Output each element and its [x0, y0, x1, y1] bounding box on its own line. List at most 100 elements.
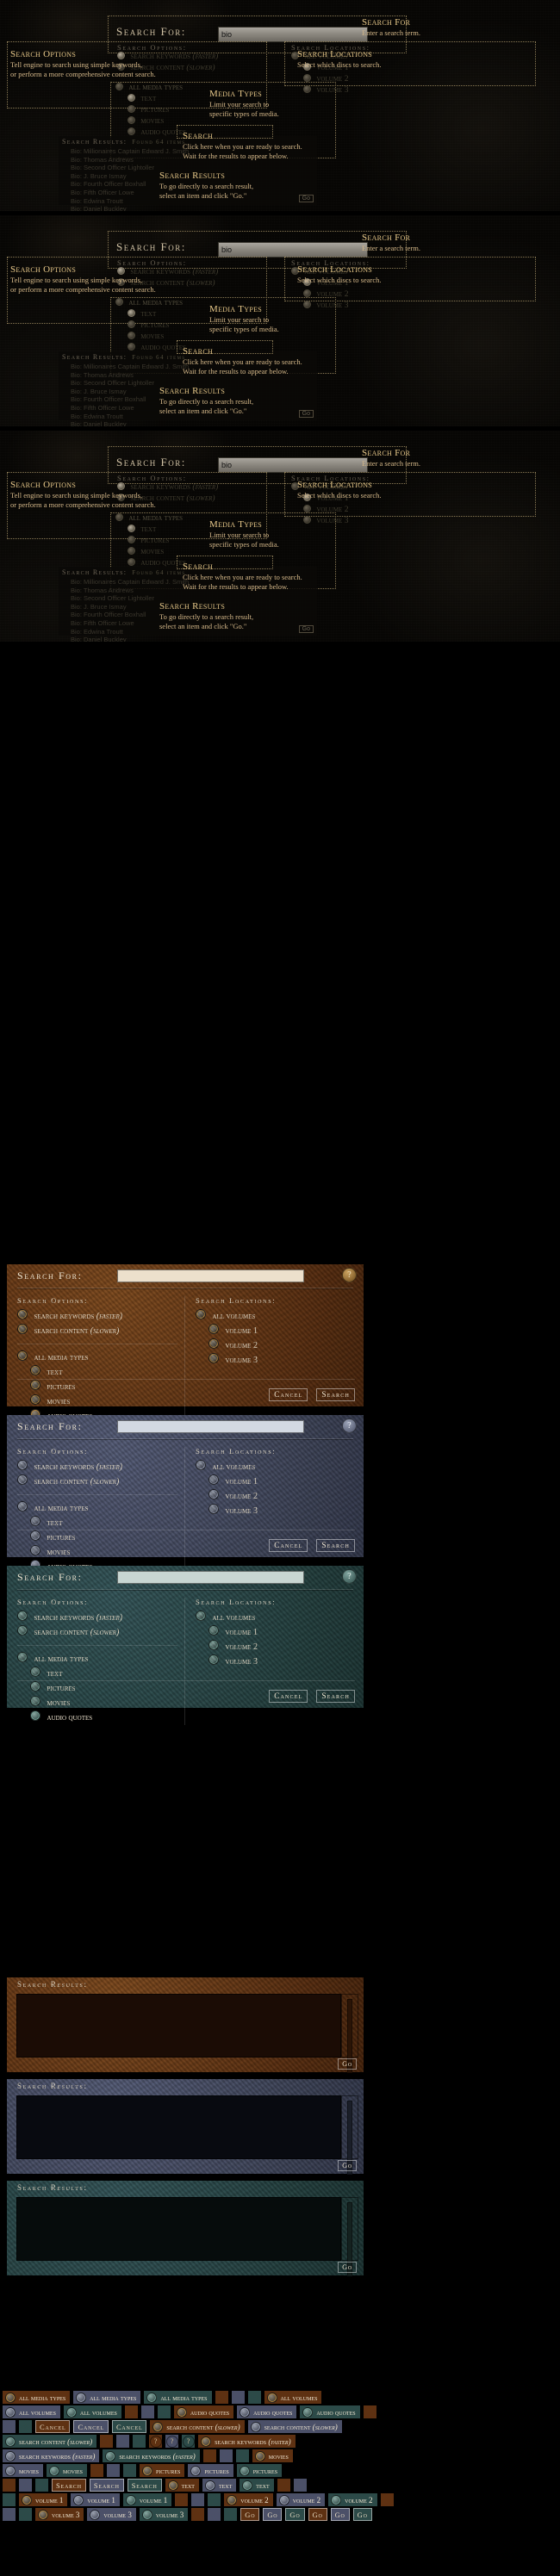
sprite-option-text-rust[interactable]: text — [165, 2479, 199, 2492]
radio-icon[interactable] — [115, 513, 123, 521]
radio-icon[interactable] — [266, 2392, 277, 2403]
radio-icon[interactable] — [167, 2480, 178, 2491]
radio-icon[interactable] — [146, 2392, 158, 2403]
sprite-option-volume-3-blue[interactable]: volume 3 — [87, 2508, 136, 2521]
help-icon[interactable]: ? — [342, 1268, 357, 1282]
result-row[interactable]: Bio: Daniel Buckley — [59, 636, 317, 642]
radio-icon[interactable] — [242, 2480, 253, 2491]
radio-icon[interactable] — [303, 289, 311, 297]
radio-icon[interactable] — [5, 2465, 16, 2476]
sprite-option-audio-quotes-teal[interactable]: audio quotes — [300, 2405, 360, 2418]
sprite-radio-blue[interactable] — [140, 2405, 154, 2418]
radio-icon[interactable] — [105, 2450, 116, 2461]
option-pictures[interactable]: pictures — [115, 536, 219, 547]
option-text[interactable]: text — [115, 525, 219, 536]
sprite-radio-rust[interactable] — [191, 2508, 205, 2521]
sprite-button-cancel-blue[interactable]: Cancel — [73, 2420, 109, 2433]
sprite-radio-rust[interactable] — [124, 2405, 138, 2418]
option-all-media-types[interactable]: all media types — [115, 83, 219, 94]
search-results-listbox[interactable] — [16, 1994, 341, 2058]
radio-icon[interactable] — [128, 116, 135, 124]
radio-icon[interactable] — [128, 94, 135, 102]
result-row[interactable]: Bio: Daniel Buckley — [59, 420, 317, 426]
sprite-option-pictures-rust[interactable]: pictures — [140, 2464, 185, 2477]
sprite-option-all-volumes-teal[interactable]: all volumes — [63, 2405, 121, 2418]
radio-icon[interactable] — [65, 2406, 77, 2418]
search-button[interactable]: Search — [316, 1388, 355, 1401]
go-button[interactable]: Go — [338, 2160, 357, 2171]
radio-icon[interactable] — [125, 2494, 136, 2505]
radio-icon[interactable] — [128, 525, 135, 532]
sprite-button-search-teal[interactable]: Search — [127, 2479, 162, 2492]
radio-icon[interactable] — [115, 298, 123, 306]
sprite-option-volume-3-rust[interactable]: volume 3 — [35, 2508, 84, 2521]
radio-icon[interactable] — [239, 2465, 250, 2476]
radio-icon[interactable] — [204, 2480, 215, 2491]
sprite-button-search-rust[interactable]: Search — [52, 2479, 86, 2492]
sprite-radio-rust[interactable] — [175, 2493, 189, 2506]
radio-icon[interactable] — [22, 2494, 32, 2505]
sprite-radio-teal[interactable] — [247, 2391, 261, 2404]
result-row[interactable]: Bio: Daniel Buckley — [59, 205, 317, 211]
sprite-radio-blue[interactable] — [116, 2435, 130, 2448]
radio-icon[interactable] — [331, 2494, 342, 2505]
sprite-radio-blue[interactable] — [19, 2479, 32, 2492]
search-input[interactable] — [117, 1571, 304, 1584]
sprite-radio-teal[interactable] — [224, 2508, 238, 2521]
search-button[interactable]: Search — [316, 1690, 355, 1703]
radio-icon[interactable] — [128, 127, 135, 135]
sprite-option-movies-blue[interactable]: movies — [3, 2464, 44, 2477]
radio-icon[interactable] — [303, 505, 311, 512]
help-icon[interactable]: ? — [342, 1418, 357, 1433]
radio-icon[interactable] — [128, 547, 135, 555]
radio-icon[interactable] — [38, 2509, 48, 2520]
sprite-option-all-volumes-rust[interactable]: all volumes — [264, 2391, 322, 2404]
radio-icon[interactable] — [201, 2436, 212, 2447]
radio-icon[interactable] — [128, 309, 135, 317]
cancel-button[interactable]: Cancel — [269, 1539, 308, 1552]
scrollbar[interactable] — [341, 1994, 358, 2073]
option-all-media-types[interactable]: all media types — [115, 513, 219, 525]
search-input[interactable]: bio — [218, 27, 368, 42]
radio-icon[interactable] — [278, 2494, 289, 2505]
radio-icon[interactable] — [141, 2509, 152, 2520]
radio-icon[interactable] — [5, 2450, 16, 2461]
sprite-button-search-blue[interactable]: Search — [89, 2479, 124, 2492]
search-input[interactable] — [117, 1269, 304, 1282]
sprite-radio-teal[interactable] — [133, 2435, 146, 2448]
radio-icon[interactable] — [49, 2465, 60, 2476]
sprite-option-search-keywords-teal[interactable]: search keywords (faster) — [103, 2449, 200, 2462]
sprite-option-pictures-teal[interactable]: pictures — [236, 2464, 283, 2477]
radio-icon[interactable] — [76, 2392, 87, 2403]
sprite-button-cancel-teal[interactable]: Cancel — [111, 2420, 147, 2433]
radio-icon[interactable] — [30, 1710, 40, 1721]
search-input[interactable]: bio — [218, 242, 368, 258]
sprite-option-search-content-rust[interactable]: search content (slower) — [150, 2420, 245, 2433]
cancel-button[interactable]: Cancel — [269, 1690, 308, 1703]
sprite-option-volume-2-blue[interactable]: volume 2 — [276, 2493, 326, 2506]
option-text[interactable]: text — [115, 94, 219, 105]
sprite-help-icon-rust[interactable]: ? — [149, 2435, 163, 2448]
sprite-option-movies-teal[interactable]: movies — [47, 2464, 88, 2477]
radio-icon[interactable] — [128, 343, 135, 351]
radio-icon[interactable] — [128, 105, 135, 113]
radio-icon[interactable] — [128, 320, 135, 328]
radio-icon[interactable] — [5, 2392, 16, 2403]
sprite-option-volume-1-teal[interactable]: volume 1 — [122, 2493, 172, 2506]
radio-icon[interactable] — [128, 332, 135, 339]
go-button[interactable]: Go — [338, 2262, 357, 2273]
sprite-radio-teal[interactable] — [157, 2405, 171, 2418]
sprite-option-audio-quotes-rust[interactable]: audio quotes — [173, 2405, 234, 2418]
sprite-radio-rust[interactable] — [363, 2405, 376, 2418]
sprite-radio-rust[interactable] — [215, 2391, 228, 2404]
sprite-button-go-teal[interactable]: Go — [352, 2508, 372, 2521]
sprite-radio-blue[interactable] — [3, 2508, 16, 2521]
sprite-option-search-keywords-rust[interactable]: search keywords (faster) — [198, 2435, 296, 2448]
sprite-radio-teal[interactable] — [208, 2493, 221, 2506]
sprite-button-go-rust[interactable]: Go — [308, 2508, 327, 2521]
scrollbar[interactable] — [341, 2095, 358, 2175]
radio-icon[interactable] — [142, 2465, 153, 2476]
sprite-radio-blue[interactable] — [3, 2420, 16, 2433]
sprite-option-all-media-types-rust[interactable]: all media types — [3, 2391, 71, 2404]
option-pictures[interactable]: pictures — [115, 320, 219, 332]
